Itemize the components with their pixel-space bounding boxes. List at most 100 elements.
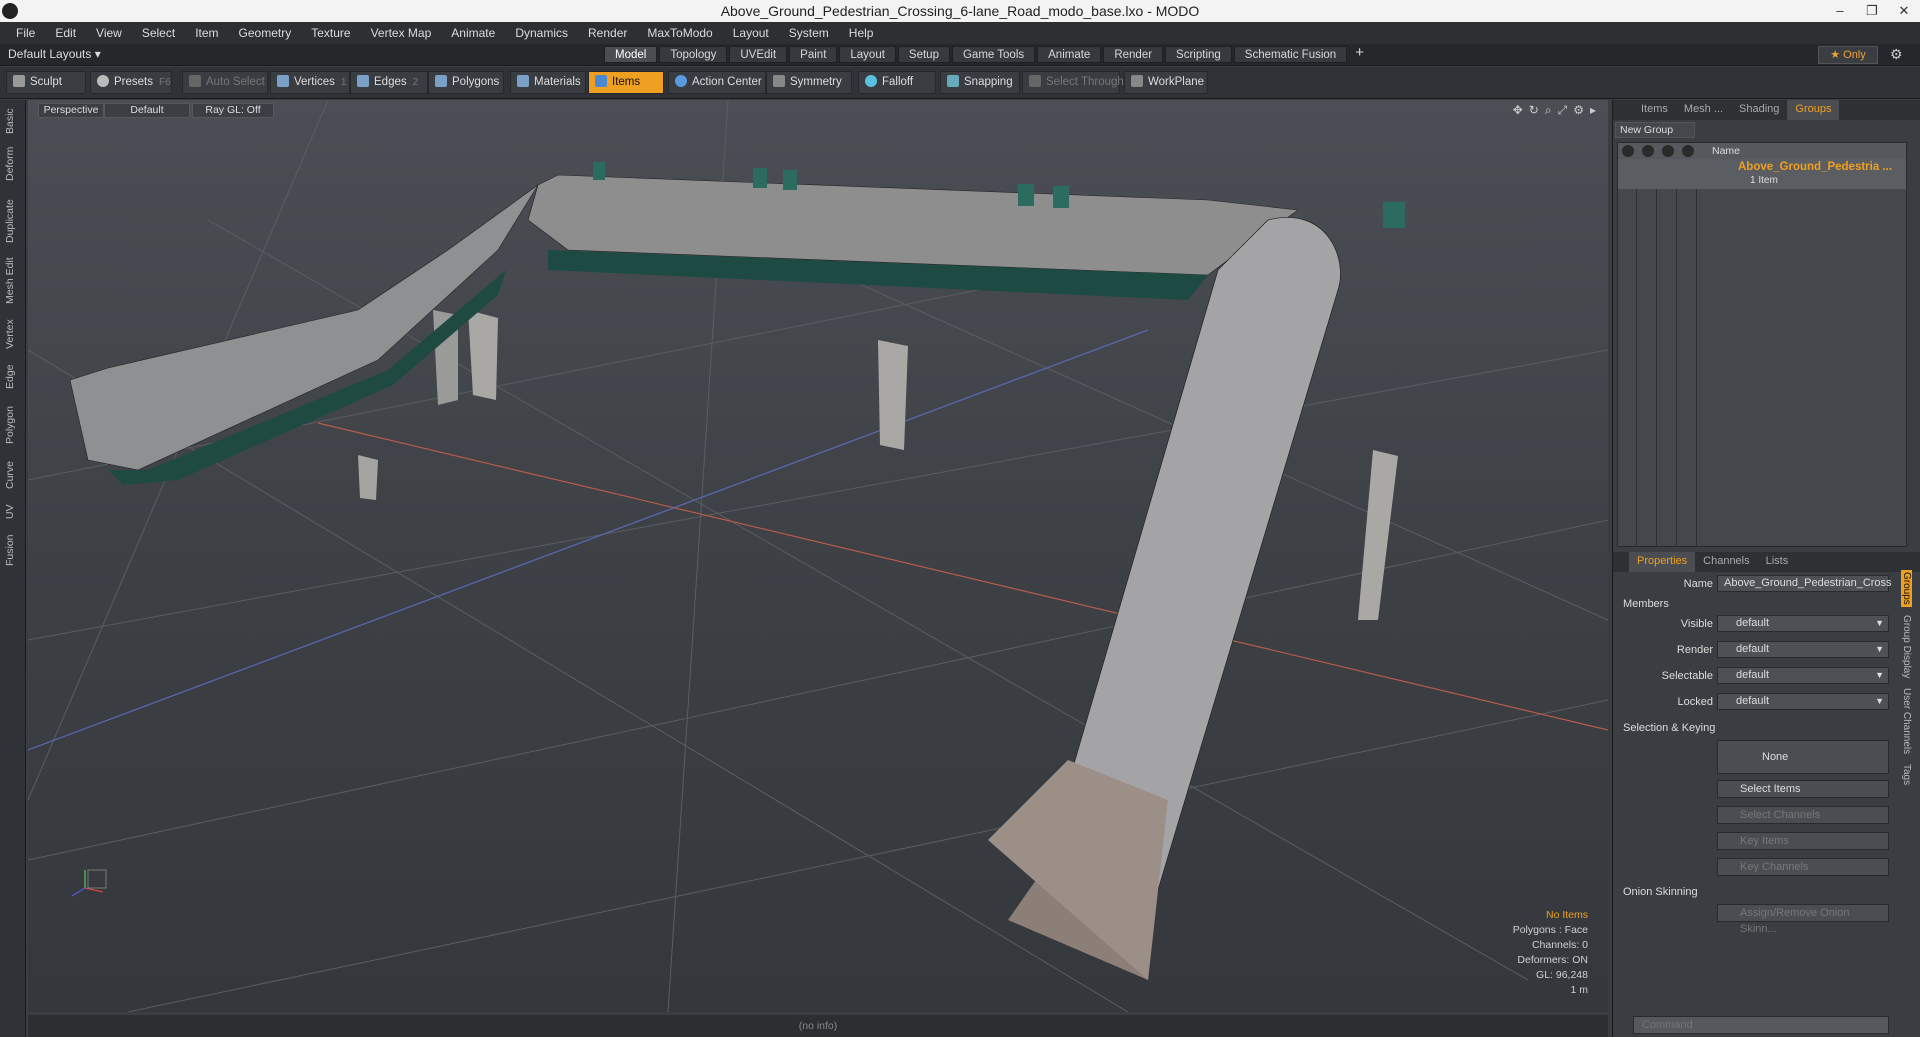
- tab-polygon[interactable]: Polygon: [4, 402, 22, 448]
- new-group-button[interactable]: New Group: [1615, 122, 1695, 138]
- shading-default-dropdown[interactable]: Default: [104, 103, 190, 118]
- polygons-button[interactable]: Polygons: [428, 71, 504, 94]
- workplane-button[interactable]: WorkPlane: [1124, 71, 1208, 94]
- side-tab-group-display[interactable]: Group Display: [1901, 613, 1912, 680]
- tab-lists[interactable]: Lists: [1758, 552, 1797, 572]
- vertices-button[interactable]: Vertices 1: [270, 71, 350, 94]
- tab-setup[interactable]: Setup: [897, 46, 950, 63]
- tab-curve[interactable]: Curve: [4, 458, 22, 492]
- group-row[interactable]: Above_Ground_Pedestria ... 1 Item: [1618, 159, 1906, 189]
- restore-icon[interactable]: ❐: [1856, 0, 1888, 22]
- side-tab-tags[interactable]: Tags: [1901, 762, 1912, 787]
- tab-model[interactable]: Model: [604, 46, 658, 63]
- menu-help[interactable]: Help: [839, 26, 884, 40]
- info-bar: (no info): [28, 1015, 1608, 1037]
- select-col-icon[interactable]: [1682, 145, 1694, 157]
- menu-geometry[interactable]: Geometry: [229, 26, 302, 40]
- tab-layout[interactable]: Layout: [839, 46, 896, 63]
- tab-vertex[interactable]: Vertex: [4, 316, 22, 352]
- menu-render[interactable]: Render: [578, 26, 637, 40]
- menu-edit[interactable]: Edit: [45, 26, 86, 40]
- select-channels-button[interactable]: Select Channels: [1717, 806, 1889, 824]
- none-button[interactable]: None: [1717, 740, 1889, 774]
- name-field[interactable]: Above_Ground_Pedestrian_Cross: [1717, 575, 1892, 592]
- tab-basic[interactable]: Basic: [4, 106, 22, 136]
- snapping-button[interactable]: Snapping: [940, 71, 1020, 94]
- side-tab-user-channels[interactable]: User Channels: [1901, 686, 1912, 756]
- locked-dropdown[interactable]: default ▼: [1717, 693, 1889, 710]
- auto-select-button[interactable]: Auto Select: [182, 71, 268, 94]
- tab-mesh-edit[interactable]: Mesh Edit: [4, 256, 22, 306]
- tab-groups[interactable]: Groups: [1787, 100, 1840, 120]
- menu-texture[interactable]: Texture: [301, 26, 360, 40]
- visibility-col-icon[interactable]: [1622, 145, 1634, 157]
- onion-skinning-section[interactable]: Onion Skinning: [1623, 886, 1698, 898]
- gear-icon[interactable]: ⚙: [1890, 46, 1903, 63]
- command-input[interactable]: [1633, 1016, 1889, 1034]
- tab-channels[interactable]: Channels: [1695, 552, 1757, 572]
- lock-col-icon[interactable]: [1662, 145, 1674, 157]
- only-button[interactable]: ★ Only: [1818, 46, 1878, 64]
- menu-select[interactable]: Select: [132, 26, 185, 40]
- render-dropdown[interactable]: default ▼: [1717, 641, 1889, 658]
- viewport-expand-icon[interactable]: ▸: [1590, 103, 1596, 118]
- tab-mesh[interactable]: Mesh ...: [1676, 100, 1731, 120]
- assign-onion-button[interactable]: Assign/Remove Onion Skinn...: [1717, 904, 1889, 935]
- selection-keying-section[interactable]: Selection & Keying: [1623, 722, 1715, 734]
- menu-system[interactable]: System: [779, 26, 839, 40]
- 3d-viewport[interactable]: Perspective Default Ray GL: Off ✥ ↻ ⌕ ⤢ …: [28, 100, 1608, 1012]
- select-through-button[interactable]: Select Through: [1022, 71, 1124, 94]
- tab-duplicate[interactable]: Duplicate: [4, 196, 22, 246]
- zoom-icon[interactable]: ⌕: [1545, 103, 1552, 118]
- tab-deform[interactable]: Deform: [4, 146, 22, 182]
- members-section[interactable]: Members: [1623, 598, 1669, 610]
- edges-button[interactable]: Edges 2: [350, 71, 428, 94]
- fit-icon[interactable]: ⤢: [1558, 103, 1568, 118]
- tab-fusion[interactable]: Fusion: [4, 532, 22, 568]
- tab-edge[interactable]: Edge: [4, 362, 22, 392]
- falloff-button[interactable]: Falloff: [858, 71, 936, 94]
- menu-view[interactable]: View: [86, 26, 132, 40]
- menu-file[interactable]: File: [6, 26, 45, 40]
- menu-maxtomodo[interactable]: MaxToModo: [637, 26, 722, 40]
- tab-uvedit[interactable]: UVEdit: [729, 46, 788, 63]
- render-col-icon[interactable]: [1642, 145, 1654, 157]
- viewport-settings-icon[interactable]: ⚙: [1573, 103, 1584, 118]
- items-button[interactable]: Items: [588, 71, 664, 94]
- side-tab-groups[interactable]: Groups: [1901, 570, 1912, 607]
- minimize-icon[interactable]: –: [1824, 0, 1856, 22]
- add-tab-icon[interactable]: +: [1349, 45, 1370, 63]
- tab-uv[interactable]: UV: [4, 502, 22, 522]
- tab-schematic-fusion[interactable]: Schematic Fusion: [1233, 46, 1348, 63]
- selectable-dropdown[interactable]: default ▼: [1717, 667, 1889, 684]
- presets-button[interactable]: Presets F6: [90, 71, 172, 94]
- select-items-button[interactable]: Select Items: [1717, 780, 1889, 798]
- menu-dynamics[interactable]: Dynamics: [505, 26, 578, 40]
- pan-icon[interactable]: ✥: [1513, 103, 1523, 118]
- menu-animate[interactable]: Animate: [441, 26, 505, 40]
- tab-properties[interactable]: Properties: [1629, 552, 1696, 572]
- materials-button[interactable]: Materials: [510, 71, 586, 94]
- tab-render[interactable]: Render: [1103, 46, 1164, 63]
- key-items-button[interactable]: Key Items: [1717, 832, 1889, 850]
- tab-topology[interactable]: Topology: [659, 46, 728, 63]
- visible-dropdown[interactable]: default ▼: [1717, 615, 1889, 632]
- key-channels-button[interactable]: Key Channels: [1717, 858, 1889, 876]
- action-center-button[interactable]: Action Center: [668, 71, 766, 94]
- menu-layout[interactable]: Layout: [723, 26, 779, 40]
- default-layouts-dropdown[interactable]: Default Layouts ▾: [8, 47, 101, 61]
- tab-paint[interactable]: Paint: [789, 46, 838, 63]
- tab-shading[interactable]: Shading: [1731, 100, 1787, 120]
- symmetry-button[interactable]: Symmetry: [766, 71, 852, 94]
- tab-scripting[interactable]: Scripting: [1165, 46, 1232, 63]
- tab-game-tools[interactable]: Game Tools: [951, 46, 1036, 63]
- raygl-toggle[interactable]: Ray GL: Off: [192, 103, 274, 118]
- tab-animate[interactable]: Animate: [1037, 46, 1102, 63]
- tab-items[interactable]: Items: [1633, 100, 1676, 120]
- sculpt-button[interactable]: Sculpt: [6, 71, 86, 94]
- rotate-icon[interactable]: ↻: [1529, 103, 1539, 118]
- menu-vertex-map[interactable]: Vertex Map: [361, 26, 442, 40]
- menu-item[interactable]: Item: [185, 26, 228, 40]
- close-icon[interactable]: ✕: [1888, 0, 1920, 22]
- view-perspective-dropdown[interactable]: Perspective: [38, 103, 104, 118]
